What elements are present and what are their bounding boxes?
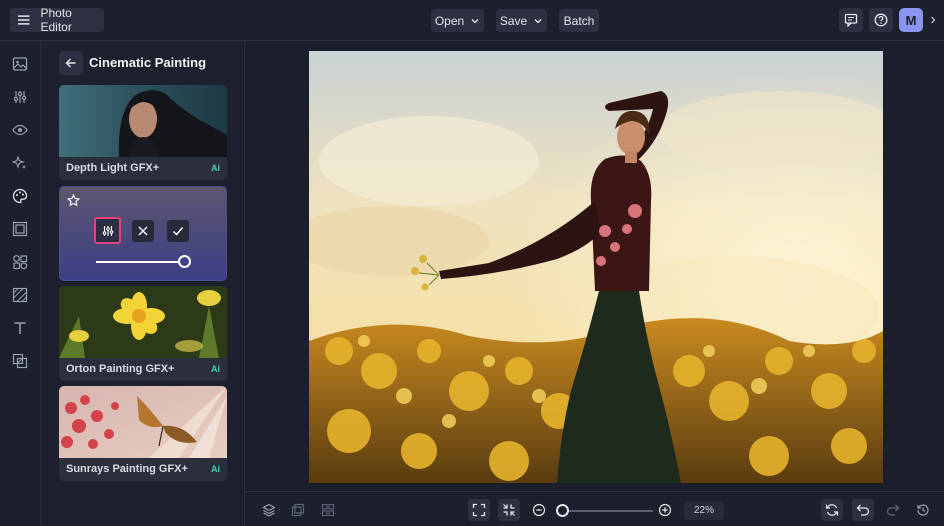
close-icon <box>138 226 148 236</box>
undo-button[interactable] <box>852 499 874 521</box>
avatar[interactable]: M <box>899 8 923 32</box>
image-icon[interactable] <box>11 55 29 73</box>
adjust-sliders-icon[interactable] <box>11 88 29 106</box>
zoom-slider-handle[interactable] <box>556 504 569 517</box>
save-button[interactable]: Save <box>496 9 547 32</box>
help-button[interactable] <box>869 8 893 32</box>
apply-button[interactable] <box>167 220 189 242</box>
back-button[interactable] <box>59 51 83 75</box>
refresh-button[interactable] <box>821 499 843 521</box>
overlay-icon[interactable] <box>11 352 29 370</box>
arrow-left-icon <box>65 58 76 68</box>
zoom-out-button[interactable] <box>528 499 550 521</box>
open-button[interactable]: Open <box>431 9 484 32</box>
compare-icon <box>291 503 305 517</box>
texture-icon[interactable] <box>11 286 29 304</box>
edited-photo[interactable] <box>309 51 883 483</box>
depth-light-thumbnail <box>59 85 227 157</box>
grid-button[interactable] <box>317 499 339 521</box>
feedback-button[interactable] <box>839 8 863 32</box>
undo-icon <box>856 504 870 516</box>
effect-intensity-track[interactable] <box>96 261 184 263</box>
chevron-down-icon <box>471 18 479 23</box>
ai-badge: Ai <box>211 364 220 374</box>
shapes-icon[interactable] <box>11 253 29 271</box>
chat-icon <box>844 13 858 27</box>
palette-icon[interactable] <box>11 187 29 205</box>
actual-size-button[interactable] <box>498 499 520 521</box>
zoom-slider-track[interactable] <box>561 510 653 512</box>
help-icon <box>874 13 888 27</box>
effect-settings-button[interactable] <box>94 217 121 244</box>
card-label: Orton Painting GFX+ <box>66 363 175 375</box>
active-effect-controls <box>59 186 227 281</box>
menu-button[interactable]: Photo Editor <box>10 6 104 34</box>
canvas-area <box>245 41 944 491</box>
effect-intensity-handle[interactable] <box>178 255 191 268</box>
save-label: Save <box>499 13 528 28</box>
history-button[interactable] <box>912 499 934 521</box>
zoom-in-icon <box>658 503 672 517</box>
chevron-down-icon <box>534 18 542 23</box>
batch-button[interactable]: Batch <box>559 9 599 32</box>
card-label: Depth Light GFX+ <box>66 162 160 174</box>
effect-card-sunrays-painting[interactable]: Sunrays Painting GFX+ Ai <box>59 386 227 481</box>
expand-icon <box>472 503 486 517</box>
shrink-icon <box>503 504 515 516</box>
layers-button[interactable] <box>258 499 280 521</box>
top-bar: Photo Editor Open Save Batch M <box>0 0 944 41</box>
sliders-icon <box>102 225 113 236</box>
app-title: Photo Editor <box>40 6 72 34</box>
ai-badge: Ai <box>211 163 220 173</box>
star-icon[interactable] <box>67 194 80 207</box>
zoom-out-icon <box>532 503 546 517</box>
grid-icon <box>321 503 335 517</box>
compare-button[interactable] <box>287 499 309 521</box>
open-label: Open <box>434 13 465 28</box>
panel-title: Cinematic Painting <box>89 55 207 70</box>
sparkle-effects-icon[interactable] <box>11 154 29 172</box>
card-label: Sunrays Painting GFX+ <box>66 463 188 475</box>
bottom-toolbar: 22% <box>245 491 944 526</box>
ai-badge: Ai <box>211 464 220 474</box>
eye-icon[interactable] <box>11 121 29 139</box>
redo-icon <box>886 504 900 516</box>
hamburger-icon <box>17 15 30 25</box>
refresh-icon <box>825 504 839 516</box>
chevron-right-icon[interactable] <box>929 16 937 24</box>
effect-card-depth-light[interactable]: Depth Light GFX+ Ai <box>59 85 227 180</box>
redo-button[interactable] <box>882 499 904 521</box>
layers-icon <box>262 503 276 517</box>
tool-rail <box>0 41 41 526</box>
orton-painting-thumbnail <box>59 286 227 358</box>
sunrays-painting-thumbnail <box>59 386 227 458</box>
frame-icon[interactable] <box>11 220 29 238</box>
fit-screen-button[interactable] <box>468 499 490 521</box>
effect-card-orton-painting[interactable]: Orton Painting GFX+ Ai <box>59 286 227 381</box>
history-icon <box>917 504 929 516</box>
cancel-button[interactable] <box>132 220 154 242</box>
batch-label: Batch <box>563 13 595 28</box>
zoom-in-button[interactable] <box>654 499 676 521</box>
text-icon[interactable] <box>11 319 29 337</box>
checkmark-icon <box>172 227 184 236</box>
zoom-level[interactable]: 22% <box>684 501 724 520</box>
effects-panel: Cinematic Painting Depth Light GFX+ Ai O… <box>41 41 245 526</box>
